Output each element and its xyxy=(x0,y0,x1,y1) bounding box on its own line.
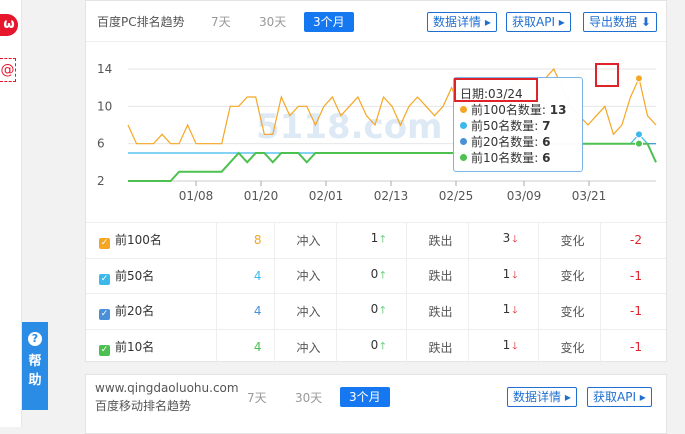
highlight-point-1 xyxy=(634,74,643,83)
change-label: 变化 xyxy=(538,328,601,365)
tab-7-days[interactable]: 7天 xyxy=(247,389,267,406)
out-label: 跌出 xyxy=(406,222,469,258)
change-value: -1 xyxy=(600,293,666,329)
site-domain: www.qingdaoluohu.com xyxy=(95,381,239,395)
x-tick-label: 02/13 xyxy=(374,189,409,203)
rank-count: 8 xyxy=(216,222,275,258)
arrow-down-icon: 🡓 xyxy=(512,341,518,352)
checkbox-icon[interactable]: ✓ xyxy=(99,345,110,356)
tooltip-row-top20: 前20名数量: 6 xyxy=(460,135,551,150)
change-label: 变化 xyxy=(538,257,601,294)
get-api-button[interactable]: 获取API ▸ xyxy=(587,387,652,407)
data-detail-button[interactable]: 数据详情 ▸ xyxy=(507,387,577,407)
arrow-up-icon: 🡑 xyxy=(380,269,386,281)
table-row: ✓ 前50名 4 冲入 0 🡑 跌出 1 🡓 变化 -1 xyxy=(86,257,666,294)
legend-dot-icon xyxy=(460,106,467,113)
x-tick-label: 01/20 xyxy=(244,189,279,203)
out-value: 1 🡓 xyxy=(468,293,539,329)
x-tick-label: 02/01 xyxy=(309,189,344,203)
out-value: 3 🡓 xyxy=(468,222,539,258)
table-row: ✓ 前100名 8 冲入 1 🡑 跌出 3 🡓 变化 -2 xyxy=(86,222,666,258)
in-label: 冲入 xyxy=(274,257,337,294)
out-label: 跌出 xyxy=(406,257,469,294)
in-value: 0 🡑 xyxy=(336,257,407,294)
tooltip-date-highlight xyxy=(454,78,538,102)
x-tick-label: 02/25 xyxy=(439,189,474,203)
mail-icon[interactable]: @ xyxy=(0,58,16,82)
checkbox-icon[interactable]: ✓ xyxy=(99,309,110,321)
y-tick-label: 14 xyxy=(97,62,112,76)
help-icon: ? xyxy=(28,332,42,346)
mobile-ranking-card: www.qingdaoluohu.com 百度移动排名趋势 7天 30天 3个月… xyxy=(85,374,667,434)
arrow-up-icon: 🡑 xyxy=(380,305,386,317)
change-value: -1 xyxy=(600,328,666,365)
card-title: 百度PC排名趋势 xyxy=(97,15,185,29)
rank-label: 前50名 xyxy=(115,268,155,283)
x-tick-label: 03/09 xyxy=(507,189,542,203)
highlight-point-4 xyxy=(634,139,643,148)
table-row: ✓ 前20名 4 冲入 0 🡑 跌出 1 🡓 变化 -1 xyxy=(86,293,666,329)
pc-ranking-card: 百度PC排名趋势 7天 30天 3个月 数据详情 ▸ 获取API ▸ 导出数据 … xyxy=(85,0,667,365)
in-label: 冲入 xyxy=(274,328,337,365)
rank-count: 4 xyxy=(216,328,275,365)
rank-count: 4 xyxy=(216,257,275,294)
checkbox-icon[interactable]: ✓ xyxy=(99,273,110,285)
x-tick-label: 03/21 xyxy=(572,189,607,203)
in-value: 0 🡑 xyxy=(336,293,407,329)
card-header: 百度PC排名趋势 7天 30天 3个月 数据详情 ▸ 获取API ▸ 导出数据 … xyxy=(86,1,666,42)
legend-dot-icon xyxy=(460,122,467,129)
in-value: 0 🡑 xyxy=(336,328,407,365)
help-button[interactable]: ? 帮助 xyxy=(22,322,48,410)
table-row: ✓ 前10名 4 冲入 0 🡑 跌出 1 🡓 变化 -1 xyxy=(86,328,666,365)
tab-3-months[interactable]: 3个月 xyxy=(304,12,354,32)
change-label: 变化 xyxy=(538,222,601,258)
tooltip-row-top50: 前50名数量: 7 xyxy=(460,119,551,134)
stats-table: ✓ 前100名 8 冲入 1 🡑 跌出 3 🡓 变化 -2 ✓ 前50名 4 冲入 0 🡑 跌出 1 🡓 变化 -1 ✓ 前2… xyxy=(86,222,666,365)
help-label: 帮助 xyxy=(28,354,42,388)
rank-count: 4 xyxy=(216,293,275,329)
in-label: 冲入 xyxy=(274,222,337,258)
out-value: 1 🡓 xyxy=(468,257,539,294)
in-label: 冲入 xyxy=(274,293,337,329)
export-data-button[interactable]: 导出数据 ⬇ xyxy=(583,12,657,32)
y-tick-label: 2 xyxy=(97,174,105,188)
rank-label: 前100名 xyxy=(115,233,162,248)
change-value: -2 xyxy=(600,222,666,258)
rank-label: 前10名 xyxy=(115,340,155,354)
tooltip-row-top10: 前10名数量: 6 xyxy=(460,151,551,166)
tooltip-row-top100: 前100名数量: 13 xyxy=(460,103,566,118)
legend-dot-icon xyxy=(460,138,467,145)
y-tick-label: 10 xyxy=(97,99,112,113)
data-detail-button[interactable]: 数据详情 ▸ xyxy=(427,12,497,32)
tab-7-days[interactable]: 7天 xyxy=(211,13,231,30)
arrow-up-icon: 🡑 xyxy=(380,341,386,352)
x-tick-label: 01/08 xyxy=(179,189,214,203)
point-highlight xyxy=(595,63,619,87)
arrow-down-icon: 🡓 xyxy=(512,234,518,246)
out-label: 跌出 xyxy=(406,328,469,365)
get-api-button[interactable]: 获取API ▸ xyxy=(506,12,571,32)
rank-label: 前20名 xyxy=(115,304,155,319)
out-label: 跌出 xyxy=(406,293,469,329)
in-value: 1 🡑 xyxy=(336,222,407,258)
watermark: 5118.com xyxy=(256,107,443,147)
change-label: 变化 xyxy=(538,293,601,329)
highlight-point-2 xyxy=(634,130,643,139)
tab-3-months[interactable]: 3个月 xyxy=(340,387,390,407)
y-tick-label: 6 xyxy=(97,137,105,151)
out-value: 1 🡓 xyxy=(468,328,539,365)
tab-30-days[interactable]: 30天 xyxy=(259,13,286,30)
arrow-down-icon: 🡓 xyxy=(512,269,518,281)
arrow-up-icon: 🡑 xyxy=(380,234,386,246)
card-title: 百度移动排名趋势 xyxy=(95,399,192,413)
arrow-down-icon: 🡓 xyxy=(512,305,518,317)
change-value: -1 xyxy=(600,257,666,294)
checkbox-icon[interactable]: ✓ xyxy=(99,238,110,250)
legend-dot-icon xyxy=(460,154,467,161)
tab-30-days[interactable]: 30天 xyxy=(295,389,322,406)
